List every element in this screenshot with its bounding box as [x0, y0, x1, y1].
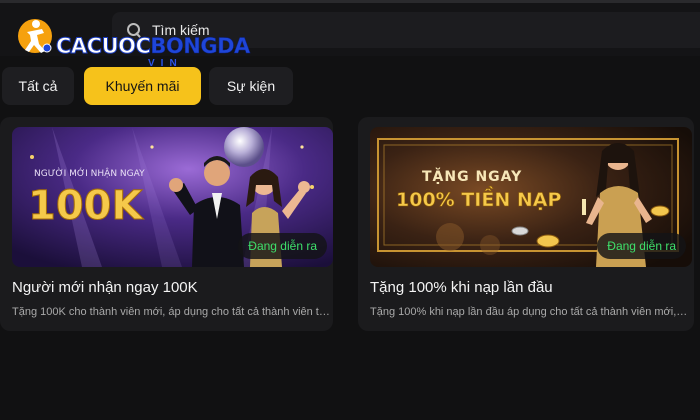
tab-all[interactable]: Tất cả — [2, 67, 74, 105]
football-player-icon — [18, 19, 52, 53]
promo-banner-2-big-text: 100% TIỀN NẠP — [396, 189, 562, 212]
promo-title[interactable]: Người mới nhận ngay 100K — [12, 279, 198, 296]
logo-text: CACUOCBONGDA — [55, 34, 250, 59]
logo-text-part2: BONGDA — [150, 34, 250, 59]
promo-banner-1[interactable]: NGƯỜI MỚI NHẬN NGAY 100K Đang diễn ra — [12, 127, 333, 267]
promo-description: Tặng 100K cho thành viên mới, áp dụng ch… — [12, 306, 332, 318]
tab-events[interactable]: Sự kiện — [209, 67, 293, 105]
top-divider — [0, 0, 700, 3]
site-logo[interactable]: CACUOCBONGDA VIN — [16, 14, 251, 70]
promo-banner-1-big-text: 100K — [28, 183, 143, 230]
tab-promotions[interactable]: Khuyến mãi — [84, 67, 201, 105]
promo-banner-1-small-text: NGƯỜI MỚI NHẬN NGAY — [34, 169, 145, 179]
status-badge: Đang diễn ra — [238, 233, 327, 259]
status-badge: Đang diễn ra — [597, 233, 686, 259]
promo-description: Tặng 100% khi nạp lần đầu áp dụng cho tấ… — [370, 306, 690, 318]
promo-banner-2[interactable]: TẶNG NGAY 100% TIỀN NẠP Đang diễn ra — [370, 127, 692, 267]
promo-card-1[interactable]: NGƯỜI MỚI NHẬN NGAY 100K Đang diễn ra Ng… — [0, 117, 333, 331]
promo-title[interactable]: Tặng 100% khi nạp lần đầu — [370, 279, 553, 296]
logo-text-part1: CACUOC — [55, 34, 151, 59]
promo-card-2[interactable]: TẶNG NGAY 100% TIỀN NẠP Đang diễn ra Tặn… — [358, 117, 694, 331]
promo-banner-2-small-text: TẶNG NGAY — [422, 169, 523, 185]
